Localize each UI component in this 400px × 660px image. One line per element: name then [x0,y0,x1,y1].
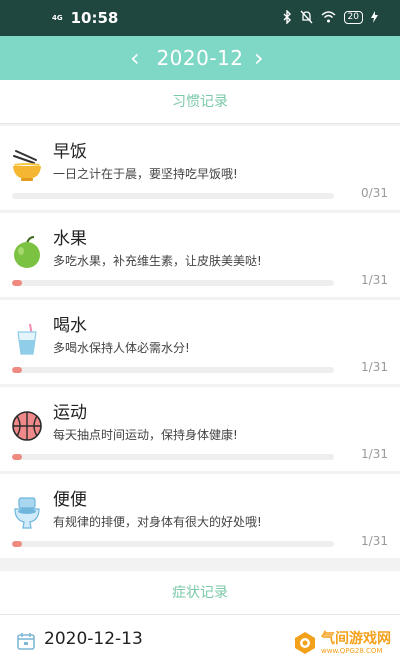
diary-date: 2020-12-13 [44,629,143,649]
habit-count: 1/31 [361,273,388,287]
habit-title: 运动 [53,403,87,423]
habit-count: 0/31 [361,186,388,200]
site-watermark: 气间游戏网 www.QPG28.COM [289,630,394,656]
noodle-bowl-icon [13,150,41,181]
next-month-button[interactable]: › [254,43,264,73]
apple-icon [14,236,40,268]
watermark-logo-icon [295,632,315,654]
habit-progress-bar [12,454,334,460]
habit-count: 1/31 [361,534,388,548]
habit-item-exercise[interactable]: 运动 每天抽点时间运动，保持身体健康! 1/31 [0,387,400,471]
water-cup-icon [17,323,37,355]
status-time: 10:58 [70,9,119,27]
habit-progress-fill [12,280,23,286]
calendar-icon [17,633,35,650]
battery-level: 20 [343,10,363,24]
habit-description: 每天抽点时间运动，保持身体健康! [53,428,238,442]
toilet-icon [14,497,40,529]
habit-description: 有规律的排便，对身体有很大的好处哦! [53,515,262,529]
habit-progress-bar [12,541,334,547]
watermark-text: 气间游戏网 [321,631,391,647]
habit-progress-bar [12,280,334,286]
network-indicator: 4G [52,13,63,22]
habit-progress-bar [12,367,334,373]
habit-title: 喝水 [53,316,87,336]
charging-icon [371,11,378,23]
habit-progress-fill [12,367,23,373]
basketball-icon [12,411,42,441]
habit-count: 1/31 [361,447,388,461]
status-bar: 4G 10:58 20 [0,0,400,36]
habit-progress-fill [12,454,23,460]
wifi-icon [321,11,336,23]
habit-section-title: 习惯记录 [0,80,400,124]
habit-item-bowel[interactable]: 便便 有规律的排便，对身体有很大的好处哦! 1/31 [0,474,400,558]
habit-progress-bar [12,193,334,199]
watermark-url: www.QPG28.COM [321,647,383,655]
habit-title: 早饭 [53,142,87,162]
prev-month-button[interactable]: ‹ [130,43,140,73]
habit-item-fruit[interactable]: 水果 多吃水果，补充维生素，让皮肤美美哒! 1/31 [0,213,400,297]
month-header: ‹ 2020-12 › [0,36,400,80]
habit-item-breakfast[interactable]: 早饭 一日之计在于晨，要坚持吃早饭哦! 0/31 [0,126,400,210]
symptom-section-title: 症状记录 [0,571,400,615]
habit-description: 多喝水保持人体必需水分! [53,341,190,355]
habit-description: 一日之计在于晨，要坚持吃早饭哦! [53,167,238,181]
month-title: 2020-12 [156,46,244,70]
habit-title: 便便 [53,490,87,510]
habit-description: 多吃水果，补充维生素，让皮肤美美哒! [53,254,262,268]
habit-progress-fill [12,541,23,547]
mute-bell-icon [300,10,313,24]
habit-item-water[interactable]: 喝水 多喝水保持人体必需水分! 1/31 [0,300,400,384]
habit-title: 水果 [53,229,87,249]
habit-count: 1/31 [361,360,388,374]
bluetooth-icon [283,10,291,24]
